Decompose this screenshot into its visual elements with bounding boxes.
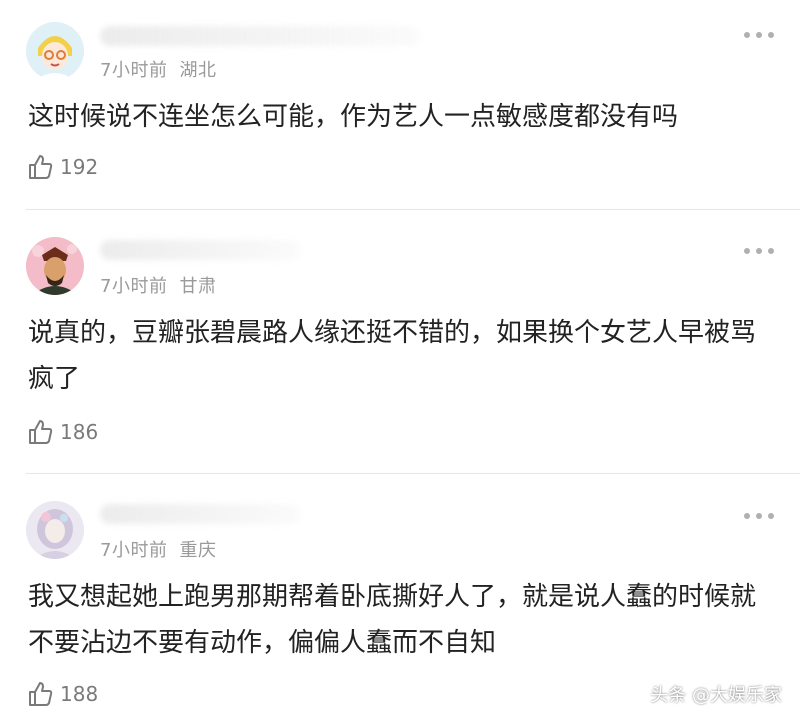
avatar[interactable] <box>26 22 84 80</box>
like-button[interactable]: 186 <box>26 417 98 447</box>
comment-time: 7小时前 <box>100 60 168 81</box>
comment-location: 湖北 <box>179 60 217 81</box>
like-button[interactable]: 188 <box>26 679 98 709</box>
comment-item: 7小时前 湖北 这时候说不连坐怎么可能，作为艺人一点敏感度都没有吗 192 <box>0 0 800 210</box>
avatar[interactable] <box>26 237 84 295</box>
like-button[interactable]: 192 <box>26 152 98 182</box>
comment-meta: 7小时前 重庆 <box>100 536 228 562</box>
more-dots-icon[interactable] <box>744 511 774 521</box>
comment-time: 7小时前 <box>100 540 168 561</box>
thumbs-up-icon <box>29 155 53 179</box>
comment-meta: 7小时前 湖北 <box>100 56 228 82</box>
comment-item: 7小时前 甘肃 说真的，豆瓣张碧晨路人缘还挺不错的，如果换个女艺人早被骂疯了 18… <box>0 210 800 474</box>
like-count: 192 <box>60 155 99 179</box>
more-dots-icon[interactable] <box>744 246 774 256</box>
comment-location: 重庆 <box>179 540 217 561</box>
username-blurred <box>100 240 300 260</box>
comment-time: 7小时前 <box>100 276 168 297</box>
comment-location: 甘肃 <box>179 276 217 297</box>
thumbs-up-icon <box>29 682 53 706</box>
comment-text: 我又想起她上跑男那期帮着卧底撕好人了，就是说人蠢的时候就不要沾边不要有动作，偏偏… <box>28 582 757 658</box>
comment-meta: 7小时前 甘肃 <box>100 272 228 298</box>
like-count: 186 <box>60 420 99 444</box>
username-blurred <box>100 26 420 46</box>
like-count: 188 <box>60 682 99 706</box>
comment-text: 说真的，豆瓣张碧晨路人缘还挺不错的，如果换个女艺人早被骂疯了 <box>28 318 757 394</box>
watermark: 头条 @大娱乐家 <box>650 685 782 706</box>
username-blurred <box>100 504 300 524</box>
more-dots-icon[interactable] <box>744 30 774 40</box>
comment-text: 这时候说不连坐怎么可能，作为艺人一点敏感度都没有吗 <box>28 102 679 132</box>
thumbs-up-icon <box>29 420 53 444</box>
avatar[interactable] <box>26 501 84 559</box>
